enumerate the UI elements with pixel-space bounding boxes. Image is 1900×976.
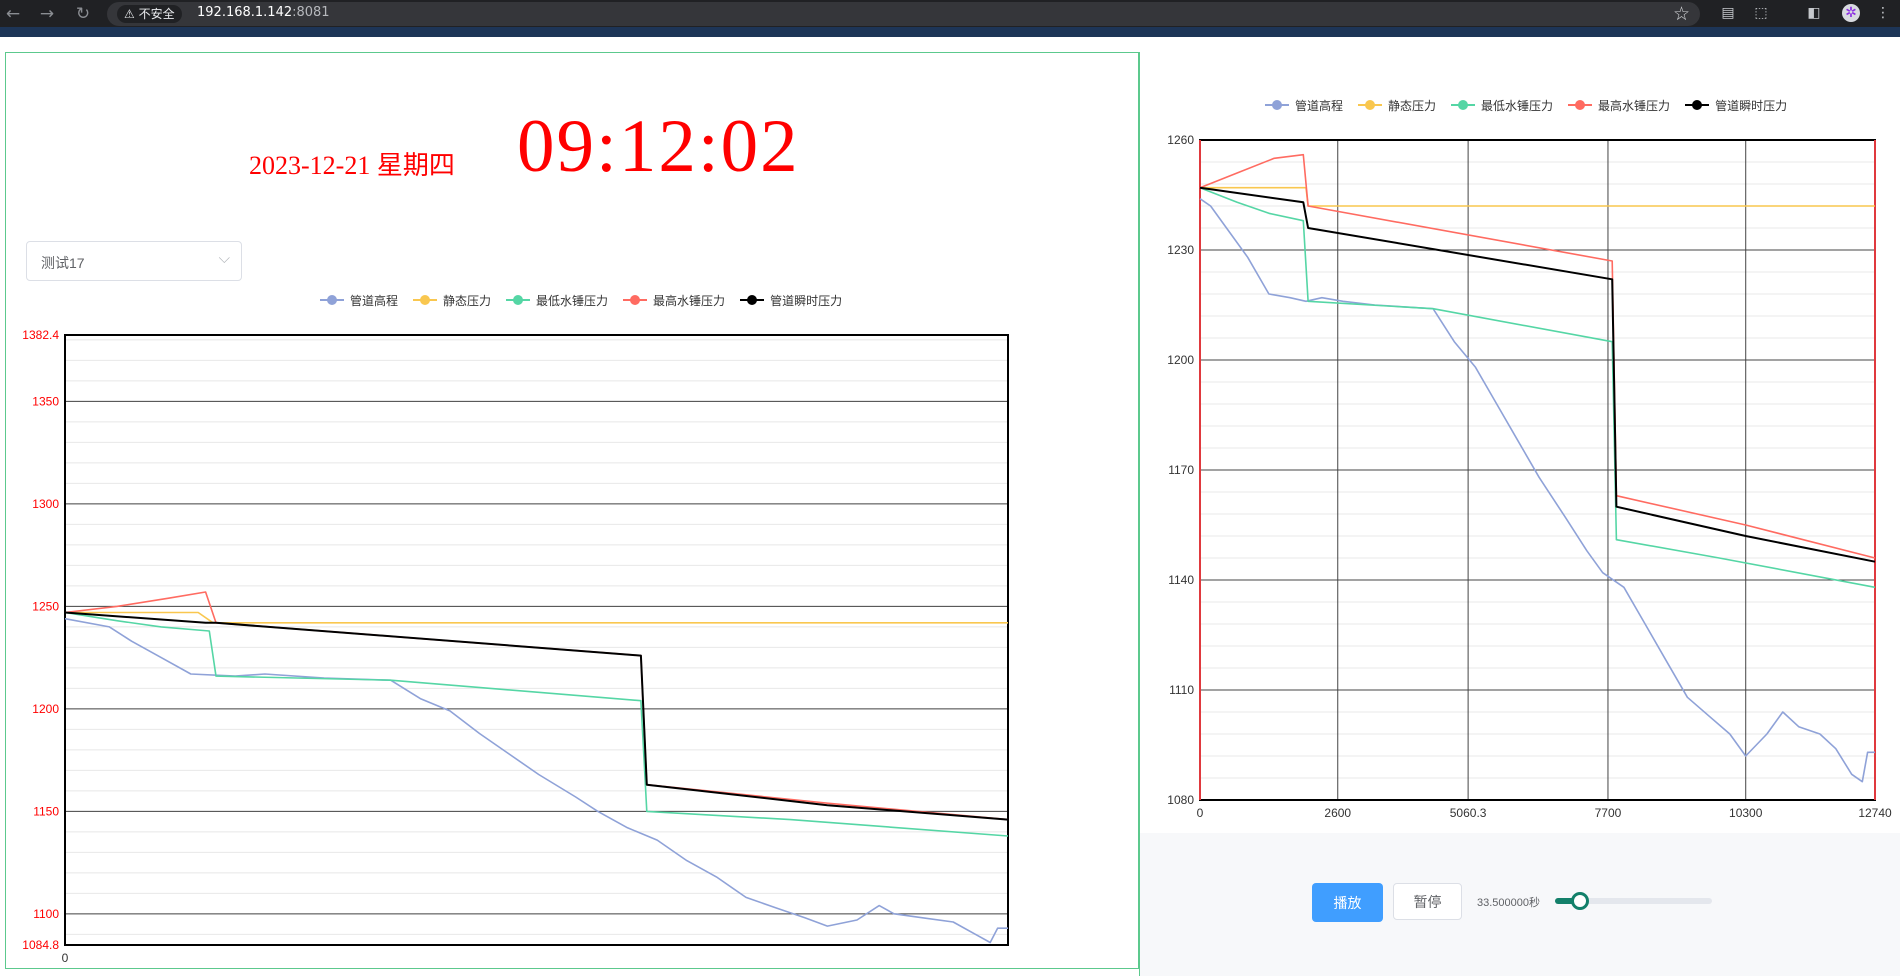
y-tick-label: 1140 [1168, 573, 1194, 587]
legend-item[interactable]: 静态压力 [413, 292, 491, 308]
play-button[interactable]: 播放 [1312, 883, 1383, 922]
speed-readout: 33.500000秒 [1477, 897, 1540, 909]
y-tick-label: 1250 [32, 599, 59, 613]
current-time: 09:12:02 [517, 105, 800, 188]
browser-toolbar: ← → ↻ ⚠ 不安全 192.168.1.142:8081 ☆ ▤ ⬚ ◧ ✲… [0, 0, 1900, 27]
legend-label: 管道高程 [350, 293, 399, 308]
x-tick-label: 0 [1197, 806, 1204, 820]
legend-item[interactable]: 管道高程 [320, 292, 398, 308]
y-tick-label: 1110 [1169, 683, 1194, 697]
y-tick-label: 1200 [1167, 353, 1194, 367]
legend-label: 管道瞬时压力 [770, 293, 843, 308]
legend-label: 最高水锤压力 [1598, 98, 1671, 113]
chart-legend-right: 管道高程 静态压力 最低水锤压力 最高水锤压力 管道瞬时压力 [1265, 97, 1802, 113]
y-tick-label: 1080 [1167, 793, 1194, 807]
legend-item[interactable]: 静态压力 [1358, 97, 1436, 113]
back-icon[interactable]: ← [2, 3, 24, 25]
menu-icon[interactable]: ⋮ [1874, 4, 1892, 22]
legend-label: 静态压力 [1388, 98, 1437, 113]
x-tick-label: 5060.3 [1450, 806, 1487, 820]
legend-marker [1451, 100, 1476, 110]
legend-item[interactable]: 最低水锤压力 [1451, 97, 1553, 113]
legend-item[interactable]: 最低水锤压力 [506, 292, 608, 308]
address-bar[interactable]: ⚠ 不安全 192.168.1.142:8081 ☆ [107, 2, 1700, 26]
legend-item[interactable]: 最高水锤压力 [623, 292, 725, 308]
legend-marker [413, 295, 438, 305]
reload-icon[interactable]: ↻ [72, 3, 94, 25]
security-label: 不安全 [138, 7, 175, 21]
x-tick-label: 12740 [1858, 806, 1892, 820]
y-tick-label: 1200 [32, 702, 59, 716]
chart-legend-left: 管道高程 静态压力 最低水锤压力 最高水锤压力 管道瞬时压力 [320, 292, 857, 308]
warning-icon: ⚠ [124, 7, 135, 21]
x-tick-label: 7700 [1595, 806, 1622, 820]
legend-marker [623, 295, 648, 305]
legend-marker [740, 295, 765, 305]
test-select[interactable]: 测试17 ⌵ [26, 241, 242, 281]
forward-icon[interactable]: → [36, 3, 58, 25]
x-tick-label: 0 [62, 951, 69, 965]
legend-marker [1265, 100, 1289, 110]
y-tick-label: 1150 [33, 804, 59, 818]
legend-label: 管道高程 [1295, 98, 1344, 113]
current-date: 2023-12-21 星期四 [249, 151, 455, 180]
legend-label: 最低水锤压力 [536, 293, 609, 308]
page-top-strip [0, 27, 1900, 37]
bookmark-star-icon[interactable]: ☆ [1673, 2, 1690, 26]
legend-marker [1358, 100, 1383, 110]
y-tick-label: 1170 [1168, 463, 1194, 477]
pressure-chart-side: 1260 1230 1200 1170 1140 1110 10800 2600 5060.3 7… [1167, 133, 1892, 820]
pause-button[interactable]: 暂停 [1393, 883, 1462, 920]
legend-label: 管道瞬时压力 [1715, 98, 1788, 113]
legend-marker [1685, 100, 1710, 110]
chevron-down-icon[interactable]: ⌵ [219, 249, 230, 267]
legend-item[interactable]: 管道高程 [1265, 97, 1343, 113]
legend-item[interactable]: 管道瞬时压力 [1685, 97, 1787, 113]
reader-mode-icon[interactable]: ▤ [1719, 4, 1737, 22]
plot-area [65, 335, 1008, 945]
y-tick-label: 1230 [1167, 243, 1194, 257]
y-tick-label: 1382.4 [22, 328, 59, 342]
y-tick-label: 1084.8 [22, 938, 59, 952]
legend-label: 最低水锤压力 [1481, 98, 1554, 113]
legend-marker [1568, 100, 1593, 110]
url-text: 192.168.1.142:8081 [197, 5, 330, 20]
legend-marker [320, 295, 344, 305]
legend-label: 静态压力 [443, 293, 492, 308]
time-slider[interactable] [1555, 892, 1712, 910]
legend-item[interactable]: 管道瞬时压力 [740, 292, 842, 308]
select-value: 测试17 [41, 255, 85, 271]
profile-avatar-icon[interactable]: ✲ [1842, 4, 1860, 22]
security-indicator[interactable]: ⚠ 不安全 [117, 5, 182, 23]
legend-label: 最高水锤压力 [653, 293, 726, 308]
y-tick-label: 1300 [32, 497, 59, 511]
x-tick-label: 2600 [1324, 806, 1351, 820]
slider-handle[interactable] [1571, 892, 1590, 910]
side-panel-icon[interactable]: ◧ [1805, 4, 1823, 22]
legend-marker [506, 295, 531, 305]
url-port: :8081 [292, 5, 330, 20]
extensions-icon[interactable]: ⬚ [1752, 4, 1770, 22]
y-tick-label: 1260 [1167, 133, 1194, 147]
url-host: 192.168.1.142 [197, 5, 293, 20]
pressure-chart-main: 1382.4 1350 1300 1250 1200 1150 1100 1084.80 [22, 328, 1009, 965]
x-tick-label: 10300 [1729, 806, 1763, 820]
y-tick-label: 1100 [33, 907, 59, 921]
legend-item[interactable]: 最高水锤压力 [1568, 97, 1670, 113]
y-tick-label: 1350 [32, 394, 59, 408]
